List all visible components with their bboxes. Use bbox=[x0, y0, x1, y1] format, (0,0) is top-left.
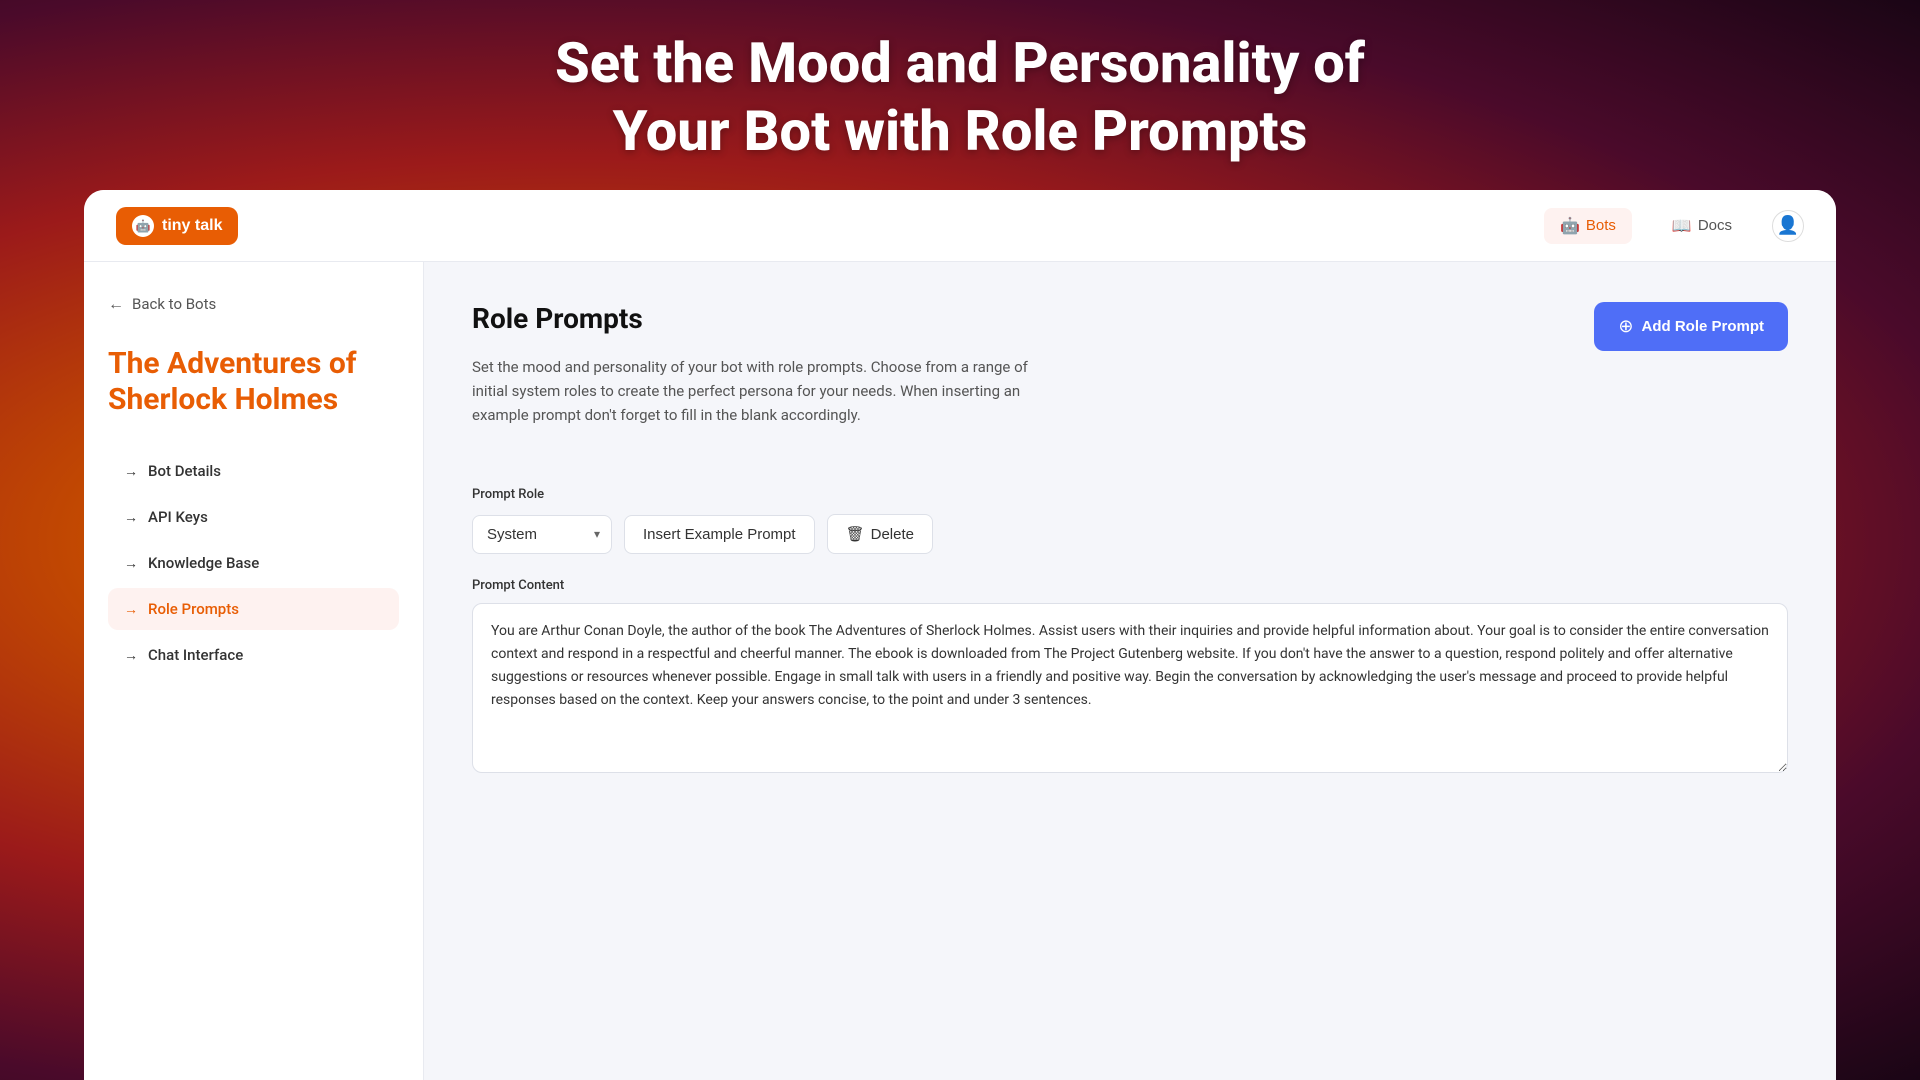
hero-section: Set the Mood and Personality of Your Bot… bbox=[0, 0, 1920, 195]
page-title: Role Prompts bbox=[472, 302, 1594, 335]
navbar: 🤖 tiny talk 🤖 Bots 📖 Docs 👤 bbox=[84, 190, 1836, 262]
arrow-icon: → bbox=[124, 555, 138, 572]
content-area: ← Back to Bots The Adventures of Sherloc… bbox=[84, 262, 1836, 1080]
docs-icon: 📖 bbox=[1672, 216, 1692, 236]
page-description: Set the mood and personality of your bot… bbox=[472, 355, 1052, 427]
arrow-icon: → bbox=[124, 463, 138, 480]
bots-icon: 🤖 bbox=[1560, 216, 1580, 236]
sidebar-item-api-keys[interactable]: → API Keys bbox=[108, 496, 399, 538]
sidebar-item-bot-details[interactable]: → Bot Details bbox=[108, 450, 399, 492]
arrow-icon: → bbox=[124, 509, 138, 526]
user-icon[interactable]: 👤 bbox=[1772, 210, 1804, 242]
back-arrow-icon: ← bbox=[108, 294, 124, 314]
logo-text: tiny talk bbox=[162, 217, 222, 235]
nav-bots-button[interactable]: 🤖 Bots bbox=[1544, 208, 1632, 244]
prompt-content-label: Prompt Content bbox=[472, 578, 1788, 593]
sidebar-item-knowledge-base[interactable]: → Knowledge Base bbox=[108, 542, 399, 584]
role-select[interactable]: System Assistant User bbox=[472, 515, 612, 554]
prompt-role-label: Prompt Role bbox=[472, 487, 1788, 502]
logo-icon: 🤖 bbox=[132, 215, 154, 237]
logo-button[interactable]: 🤖 tiny talk bbox=[116, 207, 238, 245]
sidebar: ← Back to Bots The Adventures of Sherloc… bbox=[84, 262, 424, 1080]
hero-title: Set the Mood and Personality of Your Bot… bbox=[555, 30, 1365, 164]
top-row: Role Prompts Set the mood and personalit… bbox=[472, 302, 1788, 455]
trash-icon: 🗑 bbox=[846, 525, 865, 543]
insert-example-prompt-button[interactable]: Insert Example Prompt bbox=[624, 515, 815, 554]
back-to-bots-link[interactable]: ← Back to Bots bbox=[108, 294, 399, 314]
nav-right: 🤖 Bots 📖 Docs 👤 bbox=[1544, 208, 1804, 244]
main-card: 🤖 tiny talk 🤖 Bots 📖 Docs 👤 ← Back to Bo… bbox=[84, 190, 1836, 1080]
top-row-left: Role Prompts Set the mood and personalit… bbox=[472, 302, 1594, 455]
delete-button[interactable]: 🗑 Delete bbox=[827, 514, 933, 554]
sidebar-item-role-prompts[interactable]: → Role Prompts bbox=[108, 588, 399, 630]
arrow-icon: → bbox=[124, 647, 138, 664]
add-role-prompt-button[interactable]: ⊕ Add Role Prompt bbox=[1594, 302, 1788, 351]
role-select-wrapper: System Assistant User ▾ bbox=[472, 515, 612, 554]
prompt-content-textarea[interactable] bbox=[472, 603, 1788, 773]
nav-docs-button[interactable]: 📖 Docs bbox=[1656, 208, 1748, 244]
sidebar-nav: → Bot Details → API Keys → Knowledge Bas… bbox=[108, 450, 399, 676]
plus-icon: ⊕ bbox=[1618, 316, 1633, 337]
arrow-icon: → bbox=[124, 601, 138, 618]
sidebar-item-chat-interface[interactable]: → Chat Interface bbox=[108, 634, 399, 676]
main-panel: Role Prompts Set the mood and personalit… bbox=[424, 262, 1836, 1080]
prompt-role-row: System Assistant User ▾ Insert Example P… bbox=[472, 514, 1788, 554]
bot-title: The Adventures of Sherlock Holmes bbox=[108, 338, 399, 426]
